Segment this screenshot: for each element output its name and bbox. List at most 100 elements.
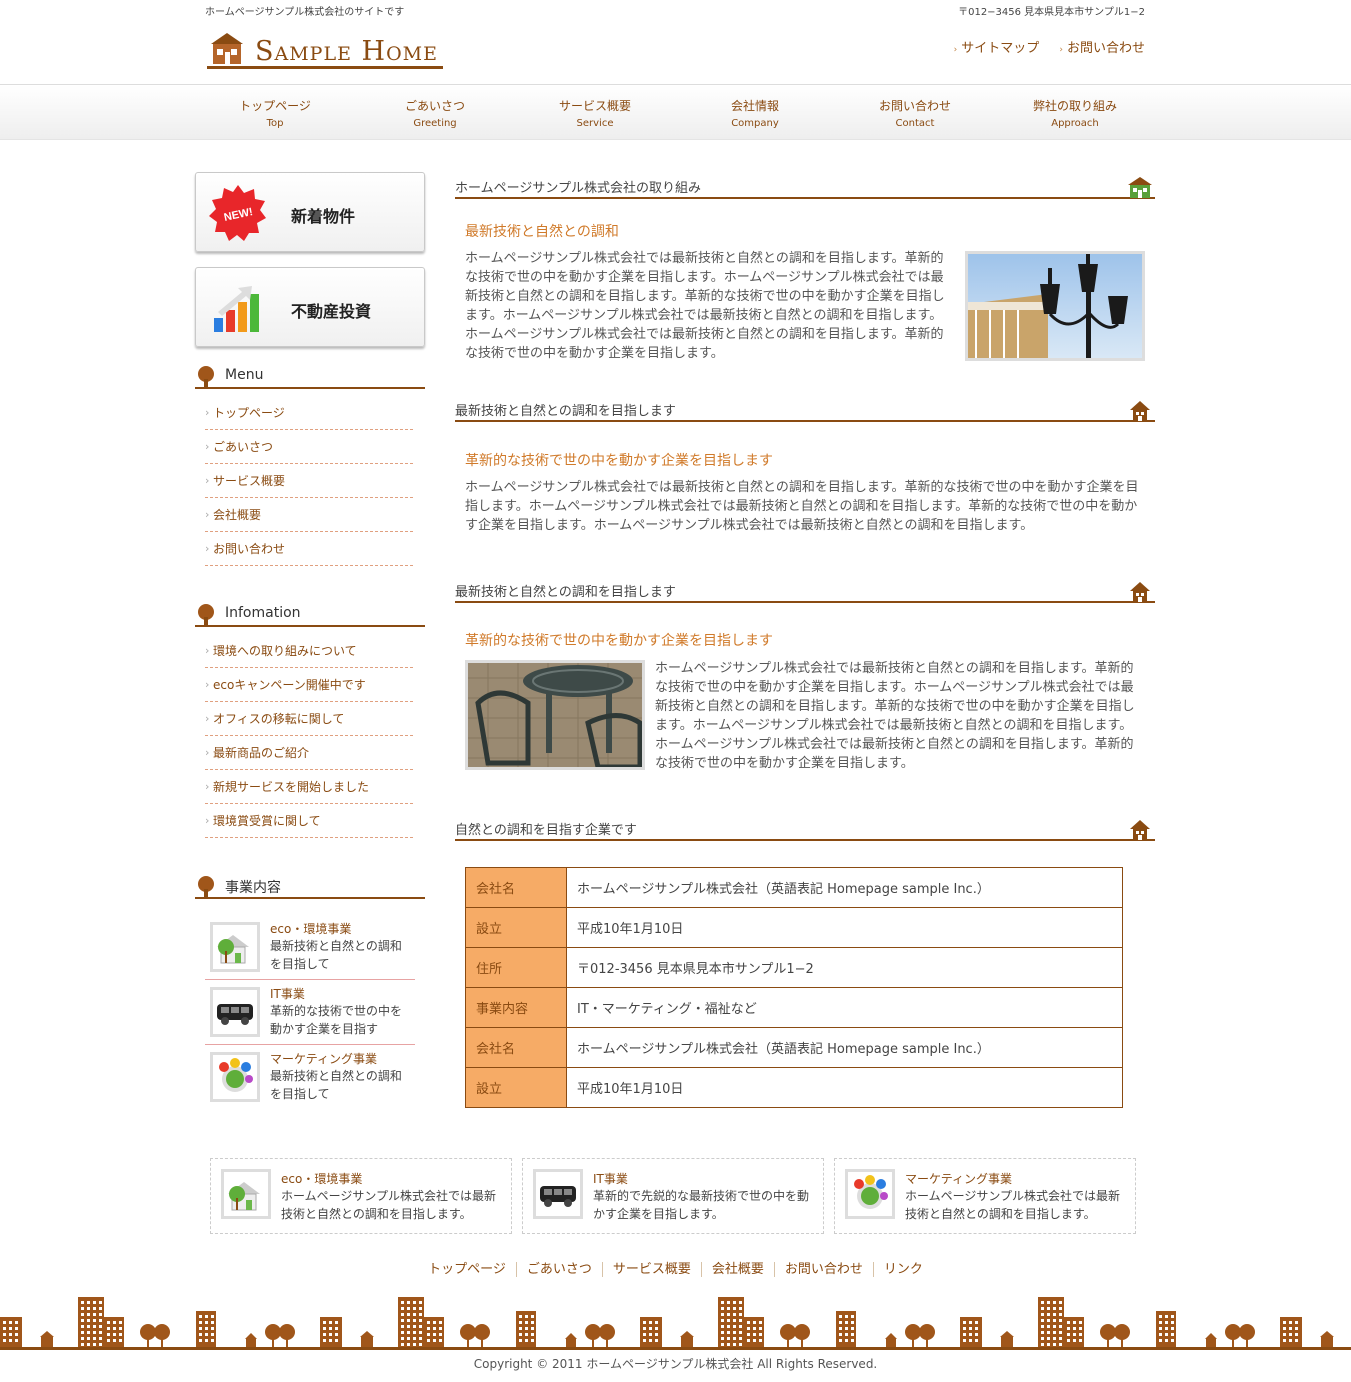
banner-label: 不動産投資 [291,302,372,321]
nav-top[interactable]: トップページ Top [215,97,335,129]
section-paragraph: ホームページサンプル株式会社では最新技術と自然との調和を目指します。革新的な技術… [655,661,1135,771]
banner-label: 新着物件 [291,207,356,226]
logo-wordmark: Sample Home [255,36,438,67]
street-lamp-image [968,254,1142,358]
table-key: 設立 [465,1067,567,1108]
business-item-eco[interactable]: eco・環境事業 最新技術と自然との調和を目指して [205,916,415,980]
sitemap-link[interactable]: サイトマップ [961,41,1039,56]
globe-icon [845,1169,895,1219]
footer-box-title: eco・環境事業 [281,1172,363,1186]
globe-icon [210,1052,260,1102]
info-heading: Infomation [195,603,425,627]
header-links: › サイトマップ › お問い合わせ [938,37,1145,56]
footer-link-service[interactable]: サービス概要 [601,1262,701,1277]
table-key: 住所 [465,947,567,988]
footer-link-links[interactable]: リンク [872,1262,933,1277]
business-heading: 事業内容 [195,875,425,899]
table-row: 会社名 ホームページサンプル株式会社（英語表記 Homepage sample I… [465,867,1123,908]
business-item-marketing[interactable]: マーケティング事業 最新技術と自然との調和を目指して [205,1046,415,1110]
section-paragraph: ホームページサンプル株式会社では最新技術と自然との調和を目指します。革新的な技術… [465,251,945,361]
table-key: 設立 [465,907,567,948]
business-title: IT事業 [270,987,305,1001]
section-title: 最新技術と自然との調和を目指します [455,585,676,600]
menu-item-greeting[interactable]: ごあいさつ [205,430,413,464]
business-heading-text: 事業内容 [225,880,281,896]
header-address: 〒012−3456 見本県見本市サンプル1−2 [958,7,1145,18]
footer-link-top[interactable]: トップページ [418,1262,516,1277]
info-item[interactable]: 最新商品のご紹介 [205,736,413,770]
nav-approach[interactable]: 弊社の取り組み Approach [1015,97,1135,129]
section-heading-company: 自然との調和を目指す企業です [455,817,1155,841]
menu-heading-text: Menu [225,367,264,383]
table-row: 事業内容 IT・マーケティング・福祉など [465,987,1123,1028]
info-item[interactable]: 環境への取り組みについて [205,634,413,668]
contact-link[interactable]: お問い合わせ [1067,41,1145,56]
van-icon [210,987,260,1037]
table-value: ホームページサンプル株式会社（英語表記 Homepage sample Inc.… [566,1027,1123,1068]
footer-link-company[interactable]: 会社概要 [700,1262,774,1277]
house-icon [1130,582,1150,602]
section-heading-harmony-2: 最新技術と自然との調和を目指します [455,579,1155,603]
nav-label: トップページ [239,99,311,113]
company-info-table: 会社名 ホームページサンプル株式会社（英語表記 Homepage sample I… [465,867,1123,1108]
nav-service[interactable]: サービス概要 Service [535,97,655,129]
van-icon [533,1169,583,1219]
table-value: 平成10年1月10日 [566,907,1123,948]
business-title: マーケティング事業 [270,1052,378,1066]
table-row: 設立 平成10年1月10日 [465,907,1123,948]
menu-item-contact[interactable]: お問い合わせ [205,532,413,566]
business-text: 最新技術と自然との調和を目指して [270,1069,402,1101]
footer-box-title: IT事業 [593,1172,628,1186]
table-value: ホームページサンプル株式会社（英語表記 Homepage sample Inc.… [566,867,1123,908]
footer-box-marketing[interactable]: マーケティング事業 ホームページサンプル株式会社では最新技術と自然との調和を目指… [834,1158,1136,1234]
nav-contact[interactable]: お問い合わせ Contact [855,97,975,129]
nav-sublabel: Contact [895,118,935,129]
nav-greeting[interactable]: ごあいさつ Greeting [375,97,495,129]
site-tagline: ホームページサンプル株式会社のサイトです [205,7,405,18]
site-logo[interactable]: Sample Home [207,30,443,70]
info-list: 環境への取り組みについて ecoキャンペーン開催中です オフィスの移転に関して … [205,634,413,838]
arrow-icon: › [1059,45,1063,55]
table-value: IT・マーケティング・福祉など [566,987,1123,1028]
footer-box-text: ホームページサンプル株式会社では最新技術と自然との調和を目指します。 [281,1189,497,1221]
info-item[interactable]: 環境賞受賞に関して [205,804,413,838]
tree-icon [198,366,214,387]
street-lamp-photo [965,251,1145,361]
info-item[interactable]: ecoキャンペーン開催中です [205,668,413,702]
business-item-it[interactable]: IT事業 革新的な技術で世の中を動かす企業を目指す [205,981,415,1045]
table-key: 会社名 [465,1027,567,1068]
footer-link-greeting[interactable]: ごあいさつ [515,1262,602,1277]
info-item[interactable]: オフィスの移転に関して [205,702,413,736]
section-paragraph: ホームページサンプル株式会社では最新技術と自然との調和を目指します。革新的な技術… [465,480,1139,533]
nav-company[interactable]: 会社情報 Company [695,97,815,129]
real-estate-investment-banner[interactable]: 不動産投資 [195,267,425,347]
footer-box-it[interactable]: IT事業 革新的で先鋭的な最新技術で世の中を動かす企業を目指します。 [522,1158,824,1234]
house-logo-icon [211,33,243,64]
info-item[interactable]: 新規サービスを開始しました [205,770,413,804]
footer-link-contact[interactable]: お問い合わせ [773,1262,873,1277]
business-title: eco・環境事業 [270,922,352,936]
bar-chart-icon [214,286,259,332]
house-icon [1130,401,1150,421]
house-icon [1130,820,1150,840]
nav-sublabel: Approach [1051,118,1099,129]
table-value: 平成10年1月10日 [566,1067,1123,1108]
table-row: 会社名 ホームページサンプル株式会社（英語表記 Homepage sample I… [465,1027,1123,1068]
footer-box-text: 革新的で先鋭的な最新技術で世の中を動かす企業を目指します。 [593,1189,810,1221]
copyright: Copyright © 2011 ホームページサンプル株式会社 All Righ… [473,1357,878,1371]
city-skyline-illustration [0,1297,1351,1350]
eco-house-icon [221,1169,271,1219]
nav-label: 会社情報 [730,99,779,113]
footer-links: トップページ ごあいさつ サービス概要 会社概要 お問い合わせ リンク [0,1258,1351,1277]
arrow-icon: › [953,45,958,55]
menu-item-company[interactable]: 会社概要 [205,498,413,532]
nav-label: 弊社の取り組み [1032,99,1117,113]
new-badge-icon: NEW! [209,185,266,241]
menu-item-service[interactable]: サービス概要 [205,464,413,498]
new-properties-banner[interactable]: NEW! 新着物件 [195,172,425,252]
footer-box-eco[interactable]: eco・環境事業 ホームページサンプル株式会社では最新技術と自然との調和を目指し… [210,1158,512,1234]
menu-item-top[interactable]: トップページ [205,396,413,430]
menu-list: トップページ ごあいさつ サービス概要 会社概要 お問い合わせ [205,396,413,566]
footer-box-title: マーケティング事業 [905,1172,1013,1186]
table-row: 設立 平成10年1月10日 [465,1067,1123,1108]
